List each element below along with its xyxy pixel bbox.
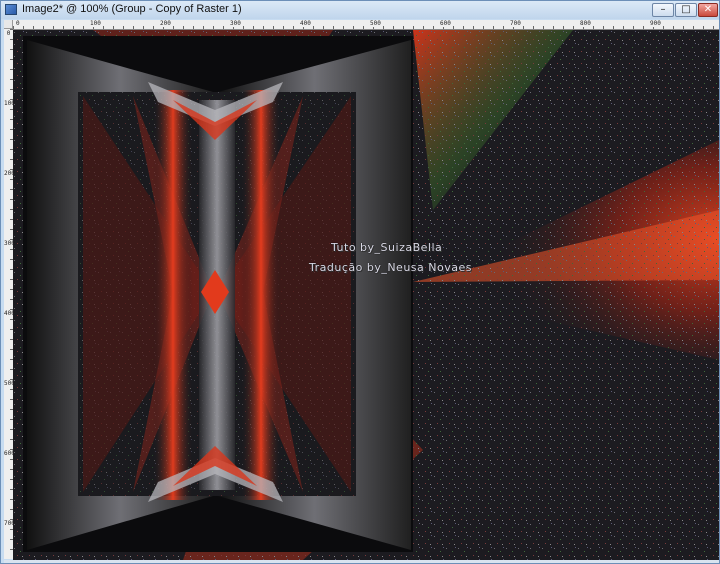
window-title: Image2* @ 100% (Group - Copy of Raster 1… (22, 3, 242, 15)
ruler-label: 900 (649, 20, 662, 27)
horizontal-scrollbar[interactable] (4, 560, 719, 563)
ruler-label: 400 (299, 20, 312, 27)
ruler-label: 600 (439, 20, 452, 27)
ruler-label: 500 (4, 380, 14, 387)
ruler-corner (4, 20, 13, 29)
ruler-label: 0 (4, 31, 13, 37)
maximize-button[interactable]: □ (675, 3, 697, 17)
ruler-label: 200 (4, 170, 14, 177)
close-button[interactable]: ✕ (698, 3, 718, 17)
ruler-label: 100 (4, 100, 14, 107)
ruler-label: 200 (159, 20, 172, 27)
title-bar[interactable]: Image2* @ 100% (Group - Copy of Raster 1… (1, 1, 719, 19)
ruler-label: 700 (509, 20, 522, 27)
horizontal-ruler: 0 100 200 300 400 500 600 700 800 900 (13, 20, 719, 30)
watermark-author: Tuto by_SuizaBella (331, 241, 443, 254)
ruler-label: 700 (4, 520, 14, 527)
ruler-label: 500 (369, 20, 382, 27)
ruler-label: 600 (4, 450, 14, 457)
ruler-label: 300 (4, 240, 14, 247)
ruler-label: 800 (579, 20, 592, 27)
image-window: Image2* @ 100% (Group - Copy of Raster 1… (0, 0, 720, 564)
image-document-icon (5, 4, 17, 15)
ruler-label: 0 (15, 20, 21, 27)
image-canvas[interactable]: Tuto by_SuizaBella Tradução by_Neusa Nov… (13, 30, 719, 560)
minimize-button[interactable]: – (652, 3, 674, 17)
watermark-translator: Tradução by_Neusa Novaes (309, 261, 472, 274)
ruler-label: 100 (89, 20, 102, 27)
ruler-label: 300 (229, 20, 242, 27)
ruler-label: 400 (4, 310, 14, 317)
artwork (13, 30, 719, 560)
